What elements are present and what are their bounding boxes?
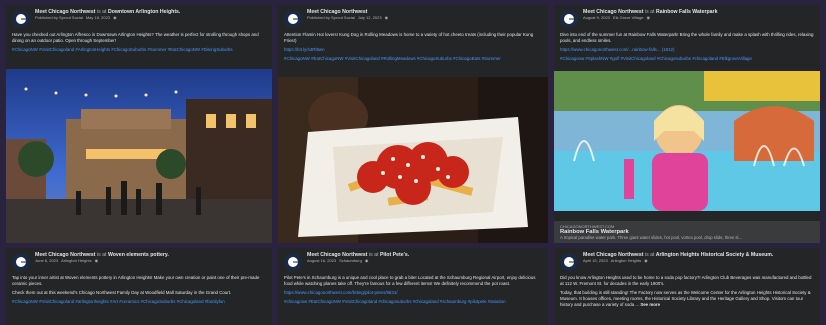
location-text[interactable]: Schaumburg	[339, 258, 362, 263]
at-text: is at	[368, 252, 379, 258]
see-more-link[interactable]: See more	[640, 302, 660, 307]
post-date[interactable]: August 9, 2023	[583, 15, 610, 20]
hashtags[interactable]: #ChicagoNW #EatChicagoNW #VisitChicagola…	[284, 56, 542, 62]
globe-icon: ◉	[384, 14, 389, 20]
post-date[interactable]: April 15, 2023	[583, 258, 608, 263]
posts-grid: Meet Chicago Northwest is at Downtown Ar…	[0, 0, 826, 325]
post-text: Did you know Arlington Heights used to b…	[560, 275, 812, 286]
post-text-2-content: Today, that building is still standing! …	[560, 289, 811, 307]
post-link[interactable]: https://www.chicagonorthwest.com/listing…	[284, 290, 542, 296]
hashtags[interactable]: #chicagonw #EatChicagoNW #VisitChicagola…	[284, 299, 542, 305]
post-text: Dive into end of the summer fun at Rainb…	[560, 32, 814, 43]
link-preview-card[interactable]: CHICAGONORTHWEST.COM Rainbow Falls Water…	[554, 221, 820, 243]
post-text-2: Check them out at this weekend's Chicago…	[12, 289, 232, 295]
post-text: Attention Flamin Hot lovers! Kung Dog in…	[284, 32, 534, 43]
globe-icon: ◉	[113, 14, 117, 20]
location-text[interactable]: Arlington Heights	[611, 258, 641, 263]
hashtags[interactable]: #ChicagoNW #VisitChicagoland #ArlingtonH…	[12, 47, 266, 53]
place-name[interactable]: Arlington Heights Historical Society & M…	[656, 252, 774, 258]
post-text-2: Today, that building is still standing! …	[560, 290, 814, 308]
globe-icon: ◉	[644, 257, 648, 263]
avatar[interactable]	[12, 253, 30, 271]
post-link[interactable]: https://www.chicagonorthwest.com/...rain…	[560, 47, 814, 53]
globe-icon: ◉	[364, 257, 369, 263]
avatar[interactable]	[12, 10, 30, 28]
globe-icon: ◉	[94, 257, 99, 263]
post-card[interactable]: Meet Chicago Northwest is at Rainbow Fal…	[554, 5, 820, 243]
post-card[interactable]: Meet Chicago Northwest is at Pilot Pete'…	[278, 248, 548, 325]
avatar[interactable]	[284, 253, 302, 271]
place-name[interactable]: Rainbow Falls Waterpark	[656, 9, 718, 15]
post-date[interactable]: June 6, 2023	[35, 258, 58, 263]
place-name[interactable]: Woven elements pottery.	[108, 252, 169, 258]
post-image-downtown[interactable]	[6, 69, 272, 243]
post-date[interactable]: July 12, 2023	[358, 15, 382, 20]
hashtags[interactable]: #ChicagoNW #VisitChicagoland #arlingtonh…	[12, 299, 266, 305]
hashtags[interactable]: #Chicagonw #SplashNW #golf #VisitChicago…	[560, 56, 814, 62]
avatar[interactable]	[284, 10, 302, 28]
post-card[interactable]: Meet Chicago Northwest is at Arlington H…	[554, 248, 820, 325]
post-text: Have you checked out Arlington Alfresco …	[12, 32, 259, 43]
post-card[interactable]: Meet Chicago Northwest is at Downtown Ar…	[6, 5, 272, 243]
place-name[interactable]: Pilot Pete's.	[380, 252, 409, 258]
at-text: is at	[96, 252, 107, 258]
post-card[interactable]: Meet Chicago Northwest Published by Spro…	[278, 5, 548, 243]
post-link[interactable]: https://bit.ly/44Rl9wn	[284, 47, 542, 53]
post-card[interactable]: Meet Chicago Northwest is at Woven eleme…	[6, 248, 272, 325]
post-date[interactable]: August 16, 2023	[307, 258, 336, 263]
globe-icon: ◉	[646, 14, 651, 20]
post-image-waterpark[interactable]	[554, 71, 820, 211]
avatar[interactable]	[560, 10, 578, 28]
place-name[interactable]: Downtown Arlington Heights.	[108, 9, 180, 15]
location-text[interactable]: Arlington Heights	[61, 258, 91, 263]
post-text: Tap into your inner artist at Woven elem…	[12, 275, 260, 286]
link-description: A tropical paradise water park. Three gi…	[560, 235, 742, 240]
post-text: Pilot Pete's in Schaumburg is a unique a…	[284, 275, 536, 286]
post-image-kung-fries[interactable]	[278, 77, 548, 243]
avatar[interactable]	[560, 253, 578, 271]
published-by: Published by Sprout Social	[307, 14, 355, 20]
location-text[interactable]: Elk Grove Village	[613, 15, 644, 20]
post-date[interactable]: May 18, 2023	[86, 15, 110, 20]
published-by: Published by Sprout Social	[35, 14, 83, 20]
